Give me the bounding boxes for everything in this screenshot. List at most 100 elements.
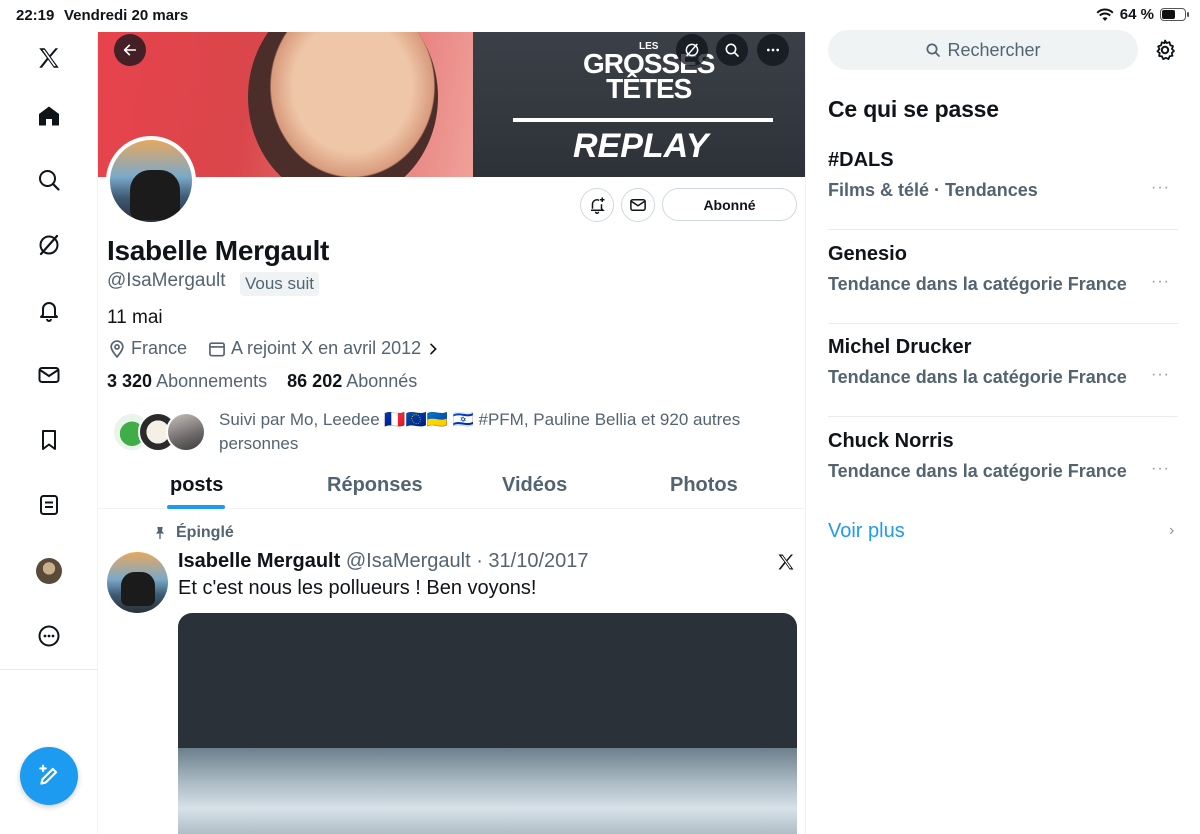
- trend-title: Chuck Norris: [828, 430, 954, 452]
- profile-avatar[interactable]: [29, 551, 69, 591]
- trend-context: Tendance dans la catégorie France: [828, 274, 1127, 294]
- following-count: 3 320: [107, 371, 153, 391]
- profile-bio: 11 mai: [107, 307, 163, 328]
- envelope-icon: [630, 199, 646, 211]
- banner-brand: LES GROSSES TÊTES REPLAY: [473, 32, 805, 177]
- status-time: 22:19: [16, 7, 55, 24]
- location-icon: [110, 339, 124, 358]
- media-ice: [178, 748, 797, 834]
- profile-handle: @IsaMergault: [107, 270, 226, 291]
- pin-icon: [156, 527, 164, 539]
- tab-photos[interactable]: Photos: [670, 474, 738, 497]
- avatar: [36, 558, 62, 584]
- tab-replies[interactable]: Réponses: [327, 474, 423, 497]
- more-options-button[interactable]: [757, 34, 789, 66]
- wifi-icon: [1096, 8, 1114, 21]
- banner-logo-line2: TÊTES: [606, 73, 692, 105]
- trend-more-button[interactable]: ···: [1151, 273, 1170, 291]
- home-icon[interactable]: [29, 96, 69, 136]
- bookmarks-icon[interactable]: [29, 420, 69, 460]
- calendar-icon: [209, 341, 225, 356]
- post-author[interactable]: Isabelle Mergault: [178, 550, 340, 572]
- bell-plus-icon: [591, 197, 605, 214]
- banner-line-top: [513, 118, 773, 122]
- battery-icon: [1160, 8, 1189, 21]
- profile-stats: 3 320 Abonnements 86 202 Abonnés: [107, 371, 417, 392]
- trend-more-button[interactable]: ···: [1151, 366, 1170, 384]
- battery-percent: 64 %: [1119, 6, 1154, 23]
- pinned-label: Épinglé: [152, 524, 234, 542]
- compose-button[interactable]: [20, 747, 78, 805]
- battery-fill: [1162, 10, 1176, 19]
- post-avatar[interactable]: [107, 552, 168, 613]
- trend-item[interactable]: Michel Drucker Tendance dans la catégori…: [828, 324, 1178, 417]
- status-right: 64 %: [1096, 6, 1189, 23]
- post-header: Isabelle Mergault @IsaMergault · 31/10/2…: [178, 550, 589, 573]
- status-date: Vendredi 20 mars: [64, 7, 189, 24]
- trend-item[interactable]: Genesio Tendance dans la catégorie Franc…: [828, 231, 1178, 324]
- trend-context: Tendance dans la catégorie France: [828, 461, 1127, 481]
- tab-posts[interactable]: posts: [170, 474, 223, 497]
- following-button[interactable]: Abonné: [662, 188, 797, 221]
- message-button[interactable]: [621, 188, 655, 222]
- profile-location: France: [131, 338, 188, 358]
- back-button[interactable]: [114, 34, 146, 66]
- avatar: [166, 412, 206, 452]
- search-input[interactable]: Rechercher: [828, 30, 1138, 70]
- gear-icon[interactable]: [1153, 38, 1177, 67]
- notifications-icon[interactable]: [29, 290, 69, 330]
- grok-button[interactable]: [676, 34, 708, 66]
- trend-context: Tendance dans la catégorie France: [828, 367, 1127, 387]
- trend-more-button[interactable]: ···: [1151, 460, 1170, 478]
- trend-title: Michel Drucker: [828, 336, 972, 358]
- post-text: Et c'est nous les pollueurs ! Ben voyons…: [178, 577, 537, 599]
- following-link[interactable]: 3 320 Abonnements: [107, 371, 267, 391]
- followers-label: Abonnés: [346, 371, 418, 391]
- profile-meta: France A rejoint X en avril 2012: [107, 338, 441, 359]
- tab-videos[interactable]: Vidéos: [502, 474, 567, 497]
- arrow-left-icon: [123, 44, 137, 56]
- chevron-right-icon[interactable]: [425, 341, 441, 357]
- lists-icon[interactable]: [29, 485, 69, 525]
- x-logo-icon: [776, 552, 796, 577]
- ellipsis-icon: [767, 48, 779, 52]
- trend-item[interactable]: #DALS Films & télé · Tendances ···: [828, 137, 1178, 230]
- search-button[interactable]: [716, 34, 748, 66]
- profile-tabs: posts Réponses Vidéos Photos: [98, 464, 805, 509]
- trend-title: Genesio: [828, 243, 907, 265]
- chevron-right-icon[interactable]: ›: [1169, 522, 1174, 540]
- compose-icon: [39, 764, 58, 785]
- x-logo-icon[interactable]: [29, 38, 69, 78]
- avatar-figure: [130, 170, 180, 220]
- see-more-link[interactable]: Voir plus: [828, 520, 905, 543]
- search-icon: [926, 43, 941, 57]
- banner-face: [248, 32, 438, 177]
- more-icon[interactable]: [29, 616, 69, 656]
- notify-button[interactable]: [580, 188, 614, 222]
- trend-title: #DALS: [828, 149, 894, 171]
- grok-icon[interactable]: [29, 225, 69, 265]
- post-media-image[interactable]: [178, 613, 797, 834]
- trend-context: Films & télé · Tendances: [828, 180, 1038, 200]
- avatar-figure: [121, 572, 155, 606]
- right-sidebar: Rechercher Ce qui se passe #DALS Films &…: [807, 30, 1200, 834]
- left-nav: [0, 32, 98, 834]
- post-meta[interactable]: @IsaMergault · 31/10/2017: [346, 550, 589, 572]
- followers-link[interactable]: 86 202 Abonnés: [287, 371, 417, 391]
- profile-avatar-large[interactable]: [106, 136, 196, 226]
- search-placeholder: Rechercher: [947, 39, 1041, 60]
- status-bar: 22:19 Vendredi 20 mars 64 %: [0, 0, 1200, 32]
- trends-title: Ce qui se passe: [828, 96, 999, 122]
- explore-icon[interactable]: [29, 160, 69, 200]
- messages-icon[interactable]: [29, 355, 69, 395]
- followed-by-text[interactable]: Suivi par Mo, Leedee 🇫🇷🇪🇺🇺🇦 🇮🇱 #PFM, Pau…: [219, 408, 759, 456]
- pinned-text: Épinglé: [176, 524, 234, 541]
- profile-banner: LES GROSSES TÊTES REPLAY: [98, 32, 805, 177]
- mutual-followers-avatars[interactable]: [112, 412, 212, 456]
- profile-name: Isabelle Mergault: [107, 235, 330, 266]
- follows-you-badge: Vous suit: [240, 272, 319, 296]
- search-icon: [725, 43, 739, 57]
- trend-item[interactable]: Chuck Norris Tendance dans la catégorie …: [828, 418, 1178, 511]
- trend-more-button[interactable]: ···: [1151, 179, 1170, 197]
- profile-main: LES GROSSES TÊTES REPLAY Abonné Isabelle…: [98, 32, 806, 834]
